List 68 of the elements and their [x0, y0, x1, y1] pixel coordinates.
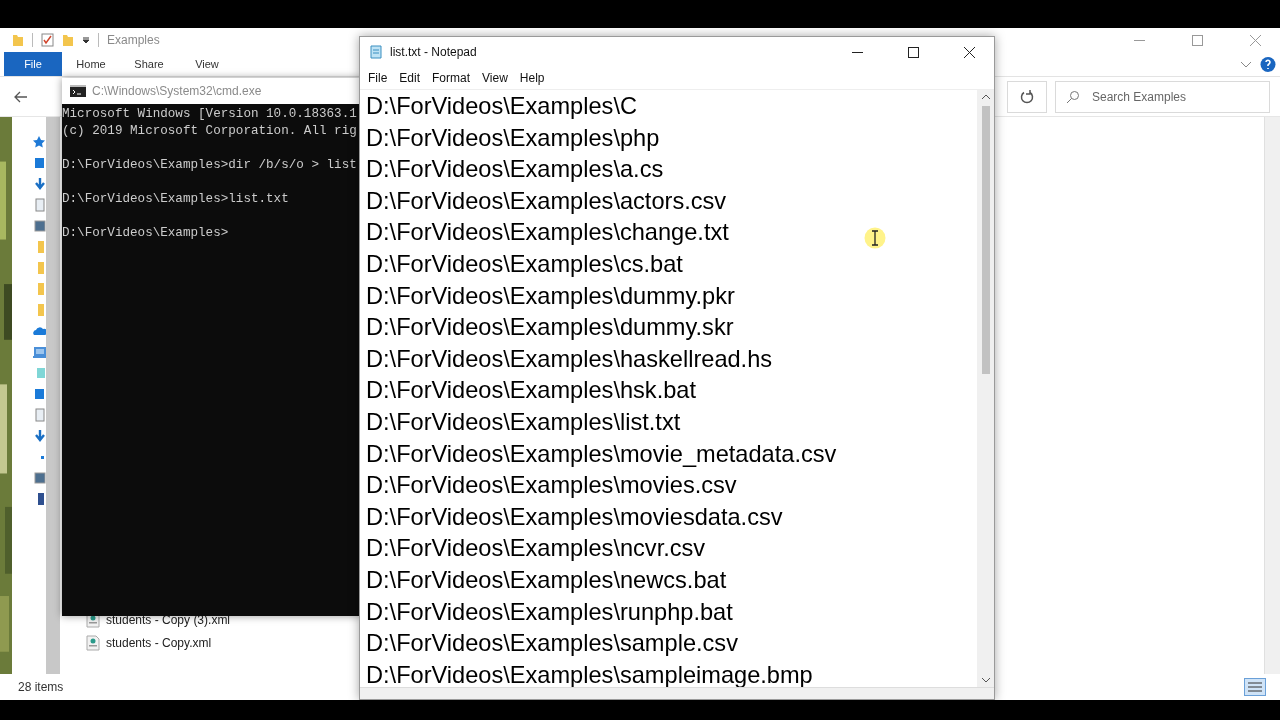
text-line: D:\ForVideos\Examples\ncvr.csv: [366, 534, 706, 564]
text-line: D:\ForVideos\Examples\dummy.pkr: [366, 281, 735, 311]
properties-icon[interactable]: [41, 33, 54, 47]
window-title: Examples: [107, 33, 160, 47]
desktop-icon[interactable]: [32, 156, 46, 170]
star-icon[interactable]: [32, 135, 46, 149]
text-line: D:\ForVideos\Examples\sampleimage.bmp: [366, 660, 813, 687]
menu-item[interactable]: File: [362, 71, 394, 85]
ribbon-tab[interactable]: File: [4, 52, 62, 76]
download-icon[interactable]: [32, 429, 46, 443]
document-icon[interactable]: [32, 198, 46, 212]
text-cursor-icon: [864, 227, 886, 249]
text-line: D:\ForVideos\Examples\dummy.skr: [366, 313, 734, 343]
file-name[interactable]: students - Copy.xml: [106, 635, 212, 650]
ribbon-tab[interactable]: View: [178, 52, 236, 76]
close-icon: [963, 46, 975, 58]
scrollbar[interactable]: [46, 117, 60, 674]
text-line: D:\ForVideos\Examples\change.txt: [366, 218, 729, 248]
menu-item[interactable]: Edit: [393, 71, 427, 85]
console-line: D:\ForVideos\Examples>list.txt: [62, 191, 289, 208]
ribbon-tab[interactable]: Home: [62, 52, 120, 76]
console-line: D:\ForVideos\Examples>: [62, 225, 229, 242]
cloud-icon[interactable]: [32, 324, 46, 338]
window-title: list.txt - Notepad: [390, 45, 477, 59]
menu-item[interactable]: View: [476, 71, 514, 85]
download-icon[interactable]: [32, 177, 46, 191]
text-line: D:\ForVideos\Examples\moviesdata.csv: [366, 502, 783, 532]
ribbon-tab[interactable]: Share: [120, 52, 178, 76]
text-line: D:\ForVideos\Examples\php: [366, 123, 660, 153]
text-line: D:\ForVideos\Examples\cs.bat: [366, 249, 683, 279]
text-line: D:\ForVideos\Examples\runphp.bat: [366, 597, 733, 627]
item-count: 28 items: [18, 680, 64, 694]
text-line: D:\ForVideos\Examples\movies.csv: [366, 471, 737, 501]
console-line: (c) 2019 Microsoft Corporation. All rig: [62, 123, 357, 140]
menu-item[interactable]: Format: [426, 71, 477, 85]
minimize-icon: [1133, 39, 1145, 41]
scrollbar-thumb[interactable]: [981, 106, 990, 374]
menu-item[interactable]: Help: [513, 71, 551, 85]
text-line: D:\ForVideos\Examples\sample.csv: [366, 629, 738, 659]
text-line: D:\ForVideos\Examples\movie_metadata.csv: [366, 439, 837, 469]
maximize-icon: [1191, 34, 1203, 46]
scrollbar[interactable]: [1264, 117, 1280, 674]
console-icon: [70, 85, 86, 97]
text-line: D:\ForVideos\Examples\a.cs: [366, 155, 664, 185]
maximize-icon: [907, 46, 919, 58]
minimize-icon: [851, 51, 863, 53]
notepad-icon: [368, 44, 384, 60]
search-field[interactable]: Search Examples: [1055, 80, 1270, 113]
console-line: Microsoft Windows [Version 10.0.18363.1: [62, 106, 357, 123]
desktop-icon[interactable]: [32, 387, 46, 401]
search-icon: [1066, 89, 1080, 104]
text-line: D:\ForVideos\Examples\newcs.bat: [366, 565, 727, 595]
refresh-button[interactable]: [1007, 80, 1047, 113]
text-line: D:\ForVideos\Examples\haskellread.hs: [366, 344, 773, 374]
dropdown-icon[interactable]: [82, 36, 90, 44]
document-icon[interactable]: [32, 408, 46, 422]
xml-file-icon: [86, 634, 100, 651]
text-line: D:\ForVideos\Examples\actors.csv: [366, 186, 727, 216]
window-title: C:\Windows\System32\cmd.exe: [92, 84, 262, 98]
details-view-icon[interactable]: [1244, 678, 1266, 696]
computer-icon[interactable]: [32, 345, 46, 359]
text-line: D:\ForVideos\Examples\hsk.bat: [366, 376, 697, 406]
text-line: D:\ForVideos\Examples\C: [366, 92, 637, 121]
back-arrow-icon[interactable]: [14, 90, 28, 103]
console-line: D:\ForVideos\Examples>dir /b/s/o > list: [62, 157, 357, 174]
text-line: D:\ForVideos\Examples\list.txt: [366, 407, 681, 437]
refresh-icon: [1020, 89, 1034, 104]
close-icon: [1249, 34, 1261, 46]
